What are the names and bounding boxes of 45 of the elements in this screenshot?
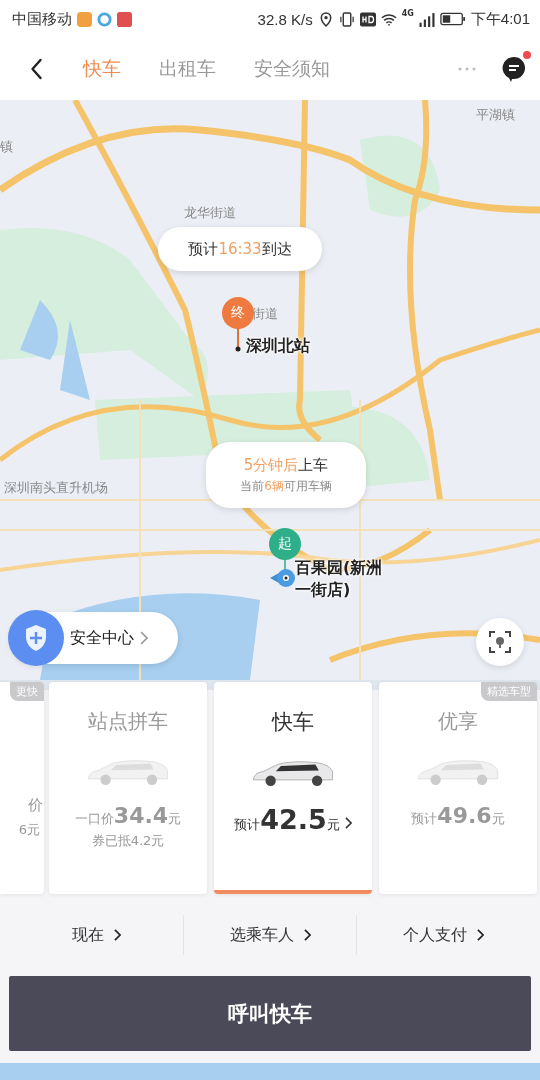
chevron-icon [344, 817, 352, 829]
app-icon [117, 11, 132, 27]
wifi-icon [380, 11, 397, 27]
chevron-icon [477, 929, 485, 941]
battery-icon [439, 12, 466, 26]
option-button[interactable]: 选乘车人 [183, 910, 357, 960]
network-type: 4G [401, 9, 414, 18]
map-label: 深圳南头直升机场 [4, 479, 108, 497]
ride-type-title: 站点拼车 [88, 708, 168, 735]
hd-icon [359, 11, 376, 27]
chevron-icon [303, 929, 311, 941]
back-icon[interactable] [30, 58, 43, 80]
chevron-icon [113, 929, 121, 941]
app-icon [97, 11, 112, 27]
pickup-time-text: 5分钟后上车 [243, 455, 329, 475]
map-label: 街道 [252, 305, 278, 323]
option-button[interactable]: 现在 [10, 910, 183, 960]
map-label: 镇 [0, 138, 13, 156]
ride-type-title: 优享 [438, 708, 478, 735]
locate-icon [488, 630, 512, 654]
network-speed: 32.8 K/s [257, 10, 313, 28]
price-text: 预计49.6元 [411, 803, 505, 828]
call-car-button[interactable]: 呼叫快车 [9, 976, 531, 1051]
ride-option-card[interactable]: 快车 预计42.5元 [214, 682, 372, 894]
eta-text: 预计16:33到达 [188, 239, 292, 259]
shield-icon [24, 624, 48, 652]
price-text: 预计42.5元 [234, 804, 352, 835]
signal-icon [418, 11, 435, 27]
discount-note: 6元 [18, 821, 41, 839]
map-label: 龙华街道 [184, 204, 236, 222]
vibrate-icon [338, 11, 355, 27]
price-text: 价 [28, 796, 44, 815]
safety-center-button[interactable]: 安全中心 [10, 612, 178, 664]
pin-stem-icon [235, 328, 241, 352]
pin-stem-icon [282, 559, 288, 571]
chevron-icon [140, 631, 148, 645]
map-label: 平湖镇 [476, 106, 515, 124]
available-cars-text: 当前6辆可用车辆 [240, 477, 332, 495]
clock-time: 下午4:01 [470, 9, 530, 29]
carrier-name: 中国移动 [12, 9, 72, 29]
option-button[interactable]: 个人支付 [357, 910, 530, 960]
ride-type-title: 快车 [272, 709, 314, 736]
discount-note: 券已抵4.2元 [91, 832, 165, 850]
app-icon [77, 11, 92, 27]
message-icon[interactable] [502, 56, 526, 82]
